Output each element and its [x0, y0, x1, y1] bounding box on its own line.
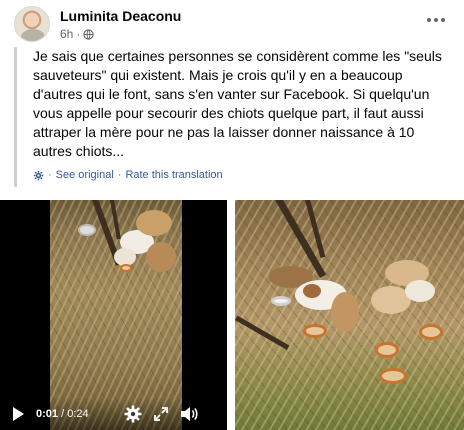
- author-name[interactable]: Luminita Deaconu: [60, 8, 181, 24]
- video-frame[interactable]: [50, 200, 182, 430]
- duration: 0:24: [67, 408, 89, 420]
- current-time: 0:01: [36, 408, 59, 420]
- puppy: [303, 284, 321, 298]
- see-original-link[interactable]: See original: [56, 169, 114, 181]
- fullscreen-icon: [153, 407, 168, 421]
- post-header: Luminita Deaconu 6h ·: [14, 6, 454, 42]
- puppy: [405, 280, 435, 302]
- rate-translation-link[interactable]: Rate this translation: [125, 169, 222, 181]
- video-time: 0:01 / 0:24: [36, 408, 89, 420]
- translated-post-text: Je sais que certaines personnes se consi…: [14, 47, 454, 187]
- food-bowl: [120, 264, 132, 272]
- post-body-text: Je sais que certaines personnes se consi…: [33, 48, 442, 159]
- meta-separator: ·: [76, 27, 81, 41]
- play-button[interactable]: [8, 404, 28, 424]
- settings-button[interactable]: [123, 404, 143, 424]
- more-horizontal-icon: [427, 18, 431, 22]
- avatar[interactable]: [14, 6, 50, 42]
- translation-separator: ·: [48, 169, 52, 181]
- food-bowl: [78, 224, 96, 236]
- more-dot: [434, 18, 438, 22]
- settings-gear-icon: [124, 405, 142, 423]
- volume-icon: [180, 407, 198, 421]
- more-dot: [441, 18, 445, 22]
- post-time[interactable]: 6h: [60, 27, 73, 41]
- translation-bar: · See original · Rate this translation: [33, 169, 223, 181]
- food-bowl: [419, 324, 443, 340]
- time-divider: /: [58, 408, 68, 420]
- puppy: [136, 210, 172, 236]
- food-bowl: [375, 342, 399, 358]
- translation-separator: ·: [117, 169, 122, 181]
- fullscreen-button[interactable]: [151, 404, 171, 424]
- puppy: [146, 242, 176, 272]
- video-player[interactable]: 0:01 / 0:24: [0, 200, 227, 430]
- play-icon: [13, 407, 24, 421]
- volume-button[interactable]: [179, 404, 199, 424]
- food-bowl: [271, 296, 291, 306]
- food-bowl: [303, 324, 327, 338]
- post-meta: 6h ·: [60, 27, 94, 41]
- puppy: [331, 292, 359, 332]
- gear-icon[interactable]: [33, 170, 44, 181]
- post-photo[interactable]: [235, 200, 464, 430]
- globe-icon: [83, 28, 94, 40]
- food-bowl: [379, 368, 407, 384]
- video-controls: 0:01 / 0:24: [0, 398, 227, 430]
- more-options-button[interactable]: [424, 10, 448, 30]
